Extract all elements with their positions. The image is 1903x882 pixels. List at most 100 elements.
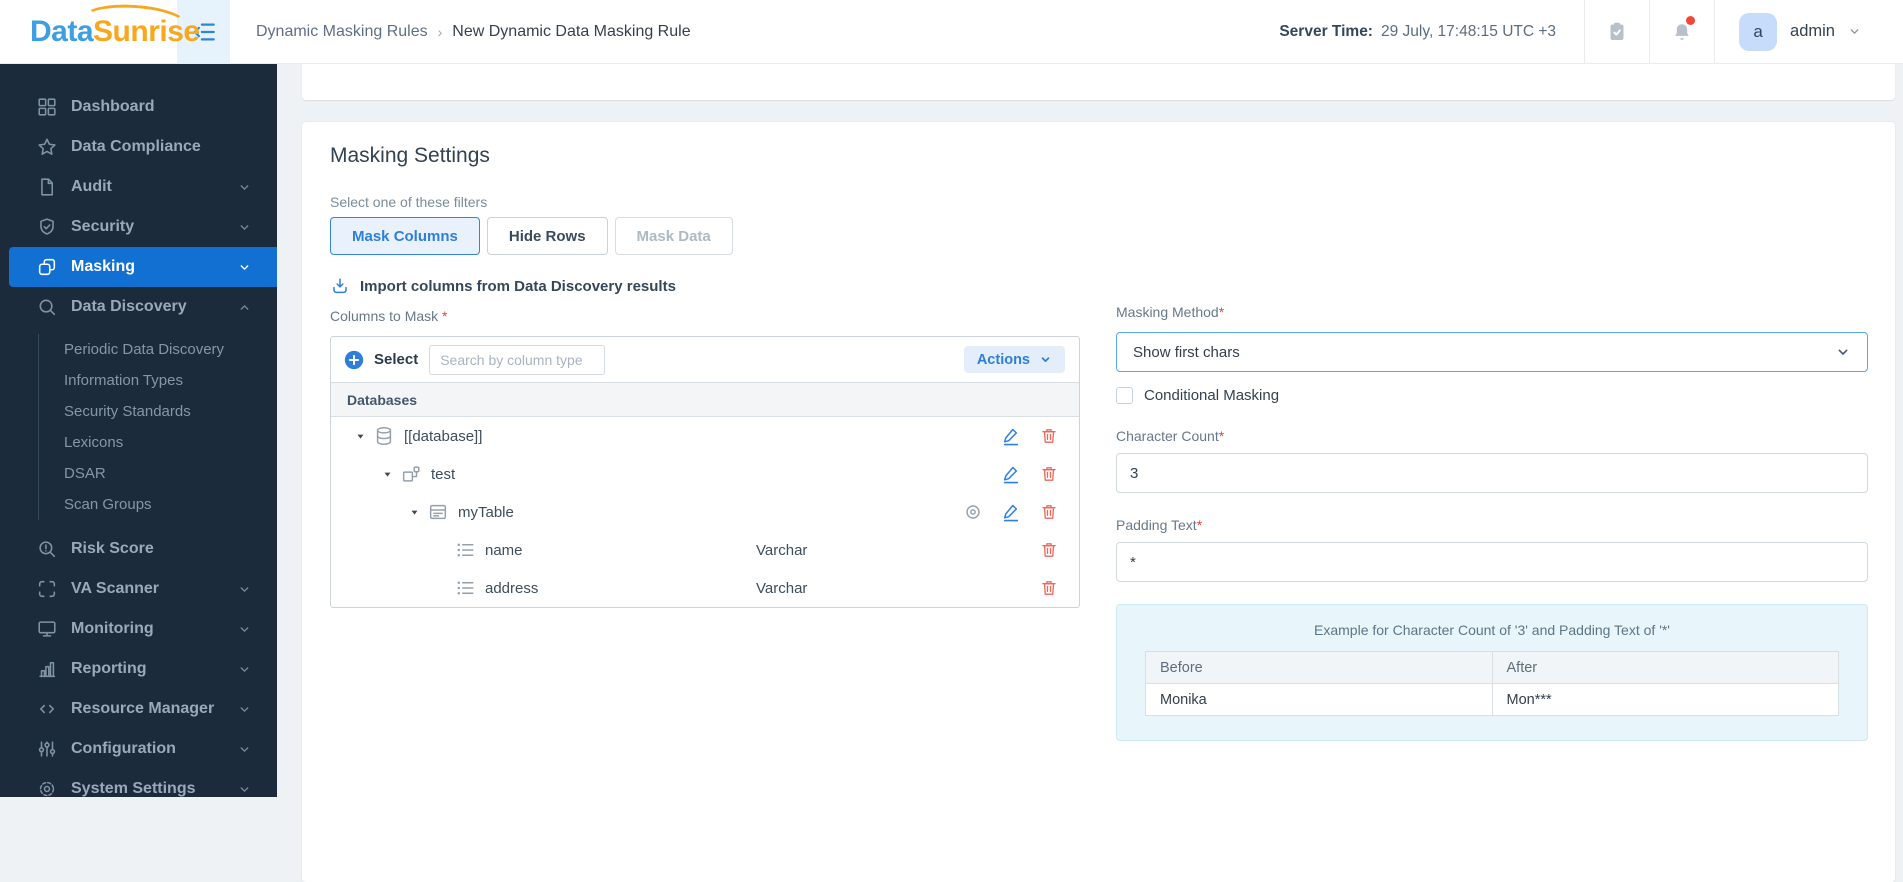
server-time-label: Server Time:: [1279, 22, 1373, 40]
sidebar-item-data-discovery[interactable]: Data Discovery: [0, 287, 277, 327]
edit-pencil-icon[interactable]: [1001, 502, 1021, 522]
add-column-button[interactable]: [343, 349, 365, 371]
sidebar-item-data-compliance[interactable]: Data Compliance: [0, 127, 277, 167]
filter-button-mask-columns[interactable]: Mask Columns: [330, 217, 480, 255]
user-name: admin: [1790, 22, 1835, 40]
breadcrumb-current: New Dynamic Data Masking Rule: [452, 22, 691, 40]
trash-icon[interactable]: [1039, 502, 1059, 522]
tree-row-database[interactable]: [[database]]: [331, 417, 1079, 455]
risk-icon: [36, 538, 58, 560]
example-row: Monika Mon***: [1145, 683, 1839, 716]
padding-text-input[interactable]: [1116, 542, 1868, 582]
example-cell: Monika: [1145, 683, 1493, 716]
header-right: Server Time: 29 July, 17:48:15 UTC +3 a …: [1279, 0, 1903, 63]
search-icon: [36, 296, 58, 318]
filter-button-mask-data[interactable]: Mask Data: [614, 217, 733, 255]
sidebar-item-dashboard[interactable]: Dashboard: [0, 87, 277, 127]
file-icon: [36, 176, 58, 198]
previous-panel-bottom: [302, 63, 1895, 100]
main-content: Masking Settings Select one of these fil…: [277, 63, 1903, 882]
tree-row-mytable[interactable]: myTable: [331, 493, 1079, 531]
caret-down-icon[interactable]: [409, 507, 427, 518]
sidebar-item-monitoring[interactable]: Monitoring: [0, 609, 277, 649]
server-time: Server Time: 29 July, 17:48:15 UTC +3: [1279, 0, 1584, 63]
example-title: Example for Character Count of '3' and P…: [1314, 622, 1670, 638]
breadcrumb-parent[interactable]: Dynamic Masking Rules: [256, 23, 428, 41]
sidebar-subitem-lexicons[interactable]: Lexicons: [38, 427, 277, 458]
app-logo[interactable]: DataSunrise: [0, 0, 200, 63]
monitor-icon: [36, 618, 58, 640]
conditional-masking-label: Conditional Masking: [1144, 387, 1280, 404]
masking-method-select[interactable]: Show first chars: [1116, 332, 1868, 372]
conditional-masking-row: Conditional Masking: [1116, 387, 1868, 404]
filter-button-hide-rows[interactable]: Hide Rows: [486, 217, 608, 255]
gear-icon: [36, 778, 58, 797]
edit-pencil-icon[interactable]: [1001, 464, 1021, 484]
notifications-button[interactable]: [1650, 0, 1714, 63]
columns-tree-panel: Select Actions Databases [[database]]tes…: [330, 336, 1080, 608]
caret-down-icon[interactable]: [355, 431, 373, 442]
table-icon: [427, 501, 449, 523]
trash-icon[interactable]: [1039, 578, 1059, 598]
example-table: Before After Monika Mon***: [1145, 651, 1839, 716]
sidebar-subitem-security-standards[interactable]: Security Standards: [38, 396, 277, 427]
import-columns-link[interactable]: Import columns from Data Discovery resul…: [330, 276, 1080, 296]
sidebar-subitem-periodic-data-discovery[interactable]: Periodic Data Discovery: [38, 334, 277, 365]
filter-hint-label: Select one of these filters: [330, 194, 488, 210]
sidebar-item-masking[interactable]: Masking: [9, 247, 277, 287]
column-datatype: Varchar: [756, 579, 808, 597]
edit-pencil-icon[interactable]: [1001, 426, 1021, 446]
chevron-down-icon: [1039, 353, 1052, 366]
example-col-header: Before: [1145, 651, 1493, 684]
sidebar-subitem-scan-groups[interactable]: Scan Groups: [38, 489, 277, 520]
tree-row-test[interactable]: test: [331, 455, 1079, 493]
clipboard-check-icon: [1605, 20, 1629, 44]
sidebar-item-va-scanner[interactable]: VA Scanner: [0, 569, 277, 609]
top-header: DataSunrise Dynamic Masking Rules › New …: [0, 0, 1903, 63]
chevron-down-icon: [238, 743, 251, 756]
example-box: Example for Character Count of '3' and P…: [1116, 604, 1868, 741]
trash-icon[interactable]: [1039, 540, 1059, 560]
trash-icon[interactable]: [1039, 464, 1059, 484]
conditional-masking-checkbox[interactable]: [1116, 387, 1133, 404]
dashboard-icon: [36, 96, 58, 118]
settings-columns: Import columns from Data Discovery resul…: [330, 276, 1868, 741]
sidebar-item-audit[interactable]: Audit: [0, 167, 277, 207]
breadcrumb-separator: ›: [437, 23, 443, 40]
column-icon: [454, 539, 476, 561]
user-menu[interactable]: a admin: [1715, 0, 1903, 63]
breadcrumb: Dynamic Masking Rules › New Dynamic Data…: [256, 0, 691, 63]
tasks-button[interactable]: [1585, 0, 1649, 63]
padding-text-label: Padding Text*: [1116, 517, 1203, 533]
sidebar-item-system-settings[interactable]: System Settings: [0, 769, 277, 797]
trash-icon[interactable]: [1039, 426, 1059, 446]
scan-icon: [36, 578, 58, 600]
avatar: a: [1739, 12, 1778, 51]
sidebar-subitem-dsar[interactable]: DSAR: [38, 458, 277, 489]
column-icon: [454, 577, 476, 599]
chevron-down-icon: [238, 623, 251, 636]
eye-icon[interactable]: [963, 502, 983, 522]
column-type-search-input[interactable]: [429, 344, 606, 375]
import-columns-label: Import columns from Data Discovery resul…: [360, 277, 676, 295]
sidebar-item-configuration[interactable]: Configuration: [0, 729, 277, 769]
server-time-value: 29 July, 17:48:15 UTC +3: [1380, 22, 1557, 40]
chevron-down-icon: [1848, 25, 1861, 38]
actions-button[interactable]: Actions: [963, 346, 1065, 373]
sidebar-item-resource-manager[interactable]: Resource Manager: [0, 689, 277, 729]
column-datatype: Varchar: [756, 541, 808, 559]
page-title: Masking Settings: [330, 144, 490, 167]
chevron-down-icon: [238, 783, 251, 796]
logo-text-sunrise: Sunrise: [93, 14, 200, 48]
sidebar-item-reporting[interactable]: Reporting: [0, 649, 277, 689]
chevron-down-icon: [238, 583, 251, 596]
sidebar-item-risk-score[interactable]: Risk Score: [0, 529, 277, 569]
masking-method-label: Masking Method*: [1116, 304, 1225, 320]
tree-row-name[interactable]: name Varchar: [331, 531, 1079, 569]
tree-row-address[interactable]: address Varchar: [331, 569, 1079, 607]
sidebar-subitem-information-types[interactable]: Information Types: [38, 365, 277, 396]
sidebar-item-security[interactable]: Security: [0, 207, 277, 247]
caret-down-icon[interactable]: [382, 469, 400, 480]
columns-tree: [[database]] test myTable name Varchar addres…: [331, 417, 1079, 607]
character-count-input[interactable]: [1116, 453, 1868, 493]
